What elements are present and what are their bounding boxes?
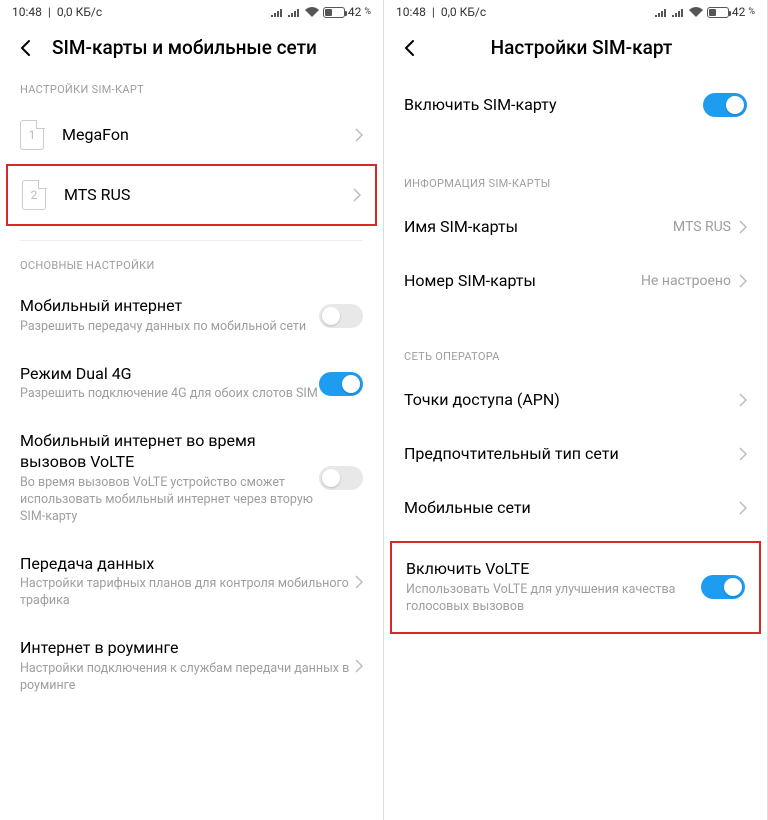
- dual-4g-label: Режим Dual 4G: [20, 364, 319, 385]
- dual-4g-toggle[interactable]: [319, 372, 363, 396]
- mobile-internet-label: Мобильный интернет: [20, 296, 319, 317]
- data-transfer-sub: Настройки тарифных планов для контроля м…: [20, 576, 355, 610]
- mobile-internet-toggle[interactable]: [319, 304, 363, 328]
- chevron-right-icon: [739, 220, 747, 234]
- back-icon[interactable]: [400, 38, 420, 58]
- back-icon[interactable]: [16, 38, 36, 58]
- status-time: 10:48: [396, 5, 426, 19]
- volte-call-toggle[interactable]: [319, 466, 363, 490]
- apn-row[interactable]: Точки доступа (APN): [384, 373, 767, 427]
- dual-4g-row[interactable]: Режим Dual 4G Разрешить подключение 4G д…: [0, 350, 383, 418]
- battery-indicator: 42%: [707, 5, 755, 19]
- volte-call-label: Мобильный интернет во время вызовов VoLT…: [20, 431, 319, 473]
- dual-4g-sub: Разрешить подключение 4G для обоих слото…: [20, 386, 319, 403]
- sim-name-value: MTS RUS: [673, 219, 731, 235]
- network-type-label: Предпочтительный тип сети: [404, 444, 739, 465]
- sim1-row[interactable]: 1 MegaFon: [0, 106, 383, 164]
- status-time: 10:48: [12, 5, 42, 19]
- signal-icon: [271, 7, 284, 17]
- signal-icon: [672, 7, 685, 17]
- sim2-row-highlight: 2 MTS RUS: [6, 164, 377, 226]
- battery-indicator: 42%: [323, 5, 371, 19]
- section-operator: СЕТЬ ОПЕРАТОРА: [384, 332, 767, 373]
- status-bar: 10:48 | 0,0 КБ/с 42%: [384, 0, 767, 24]
- enable-sim-toggle[interactable]: [703, 93, 747, 117]
- volte-call-internet-row[interactable]: Мобильный интернет во время вызовов VoLT…: [0, 417, 383, 539]
- chevron-right-icon: [739, 447, 747, 461]
- signal-icon: [655, 7, 668, 17]
- mobile-internet-row[interactable]: Мобильный интернет Разрешить передачу да…: [0, 282, 383, 350]
- enable-sim-label: Включить SIM-карту: [404, 95, 703, 116]
- chevron-right-icon: [355, 128, 363, 142]
- signal-icon: [288, 7, 301, 17]
- enable-sim-row[interactable]: Включить SIM-карту: [384, 75, 767, 135]
- section-main-settings: ОСНОВНЫЕ НАСТРОЙКИ: [0, 241, 383, 282]
- roaming-row[interactable]: Интернет в роуминге Настройки подключени…: [0, 624, 383, 709]
- page-title: SIM-карты и мобильные сети: [52, 36, 317, 59]
- sim-number-label: Номер SIM-карты: [404, 271, 641, 292]
- apn-label: Точки доступа (APN): [404, 390, 739, 411]
- status-speed: 0,0 КБ/с: [441, 5, 486, 19]
- volte-call-sub: Во время вызовов VoLTE устройство сможет…: [20, 475, 319, 526]
- header: SIM-карты и мобильные сети: [0, 24, 383, 75]
- roaming-sub: Настройки подключения к службам передачи…: [20, 661, 355, 695]
- sim2-label: MTS RUS: [64, 185, 353, 206]
- chevron-right-icon: [739, 393, 747, 407]
- header: Настройки SIM-карт: [384, 24, 767, 75]
- chevron-right-icon: [739, 501, 747, 515]
- status-speed: 0,0 КБ/с: [57, 5, 102, 19]
- sim-number-row[interactable]: Номер SIM-карты Не настроено: [384, 254, 767, 308]
- network-type-row[interactable]: Предпочтительный тип сети: [384, 427, 767, 481]
- chevron-right-icon: [355, 575, 363, 589]
- volte-label: Включить VoLTE: [406, 559, 701, 580]
- volte-row-highlight: Включить VoLTE Использовать VoLTE для ул…: [390, 541, 761, 634]
- mobile-networks-row[interactable]: Мобильные сети: [384, 481, 767, 535]
- sim-name-label: Имя SIM-карты: [404, 217, 673, 238]
- sim-name-row[interactable]: Имя SIM-карты MTS RUS: [384, 200, 767, 254]
- sim-icon: 1: [20, 120, 44, 150]
- chevron-right-icon: [353, 188, 361, 202]
- volte-sub: Использовать VoLTE для улучшения качеств…: [406, 582, 701, 616]
- data-transfer-row[interactable]: Передача данных Настройки тарифных плано…: [0, 540, 383, 625]
- status-bar: 10:48 | 0,0 КБ/с 42%: [0, 0, 383, 24]
- mobile-networks-label: Мобильные сети: [404, 498, 739, 519]
- sim2-row[interactable]: 2 MTS RUS: [8, 166, 375, 224]
- page-title: Настройки SIM-карт: [436, 36, 727, 59]
- data-transfer-label: Передача данных: [20, 554, 355, 575]
- mobile-internet-sub: Разрешить передачу данных по мобильной с…: [20, 319, 319, 336]
- section-sim-info: ИНФОРМАЦИЯ SIM-КАРТЫ: [384, 159, 767, 200]
- wifi-icon: [305, 7, 319, 17]
- wifi-icon: [689, 7, 703, 17]
- sim-number-value: Не настроено: [641, 273, 731, 289]
- section-sim-settings: НАСТРОЙКИ SIM-КАРТ: [0, 75, 383, 106]
- chevron-right-icon: [739, 274, 747, 288]
- sim-icon: 2: [22, 180, 46, 210]
- volte-toggle[interactable]: [701, 575, 745, 599]
- roaming-label: Интернет в роуминге: [20, 638, 355, 659]
- sim1-label: MegaFon: [62, 125, 355, 146]
- chevron-right-icon: [355, 659, 363, 673]
- enable-volte-row[interactable]: Включить VoLTE Использовать VoLTE для ул…: [392, 543, 759, 632]
